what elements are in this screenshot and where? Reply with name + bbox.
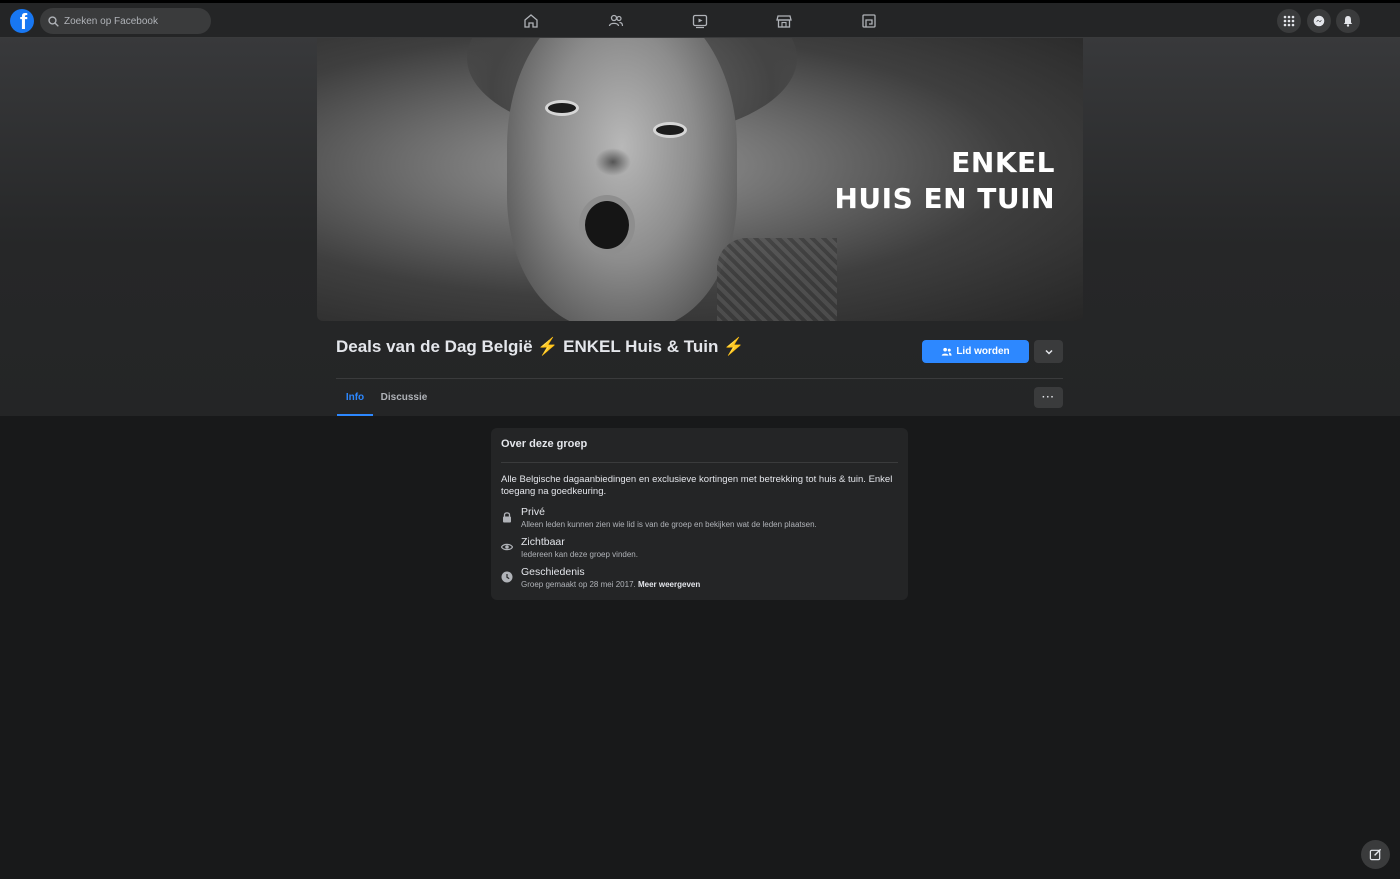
cover-text-line2: HUIS EN TUIN <box>834 182 1055 215</box>
privacy-label: Privé <box>521 506 545 518</box>
header-divider <box>336 378 1063 379</box>
about-title: Over deze groep <box>501 438 588 450</box>
chevron-down-icon <box>1044 349 1053 355</box>
marketplace-icon[interactable] <box>772 9 796 33</box>
gaming-icon[interactable] <box>857 9 881 33</box>
visibility-description: Iedereen kan deze groep vinden. <box>521 550 638 559</box>
messenger-icon[interactable] <box>1307 9 1331 33</box>
friends-icon[interactable] <box>604 9 628 33</box>
eye-icon <box>500 540 514 552</box>
group-title: Deals van de Dag België ⚡ ENKEL Huis & T… <box>336 337 745 356</box>
visibility-label: Zichtbaar <box>521 536 565 548</box>
privacy-info-row: Privé Alleen leden kunnen zien wie lid i… <box>501 506 898 532</box>
new-message-button[interactable] <box>1361 840 1390 869</box>
tab-discussion[interactable]: Discussie <box>380 387 428 416</box>
top-navigation-bar: f <box>0 0 1400 38</box>
clock-icon <box>501 570 513 583</box>
notifications-icon[interactable] <box>1336 9 1360 33</box>
add-person-icon <box>942 347 952 356</box>
about-group-card: Over deze groep Alle Belgische dagaanbie… <box>491 428 908 600</box>
search-input[interactable] <box>64 15 204 27</box>
join-group-label: Lid worden <box>956 346 1010 357</box>
cover-text: ENKEL HUIS EN TUIN <box>835 145 1056 217</box>
visibility-info-row: Zichtbaar Iedereen kan deze groep vinden… <box>500 536 898 562</box>
lock-icon <box>501 510 513 523</box>
group-options-dropdown[interactable] <box>1034 340 1063 363</box>
tab-info[interactable]: Info <box>337 387 373 416</box>
group-description: Alle Belgische dagaanbiedingen en exclus… <box>501 474 893 497</box>
search-icon <box>48 15 59 27</box>
more-options-button[interactable]: ··· <box>1034 387 1063 408</box>
search-bar[interactable] <box>40 8 211 34</box>
history-label: Geschiedenis <box>521 566 585 578</box>
home-icon[interactable] <box>519 9 543 33</box>
cover-photo: ENKEL HUIS EN TUIN <box>317 38 1083 321</box>
history-info-row: Geschiedenis Groep gemaakt op 28 mei 201… <box>501 566 898 592</box>
history-created-text: Groep gemaakt op 28 mei 2017. <box>521 580 636 589</box>
privacy-description: Alleen leden kunnen zien wie lid is van … <box>521 520 817 529</box>
history-description: Groep gemaakt op 28 mei 2017. Meer weerg… <box>521 580 700 589</box>
cover-text-line1: ENKEL <box>951 146 1055 179</box>
facebook-logo-icon[interactable]: f <box>10 9 34 33</box>
menu-grid-icon[interactable] <box>1277 9 1301 33</box>
watch-icon[interactable] <box>688 9 712 33</box>
card-divider <box>501 462 898 463</box>
join-group-button[interactable]: Lid worden <box>922 340 1029 363</box>
compose-icon <box>1369 848 1382 861</box>
show-more-link[interactable]: Meer weergeven <box>638 580 700 589</box>
